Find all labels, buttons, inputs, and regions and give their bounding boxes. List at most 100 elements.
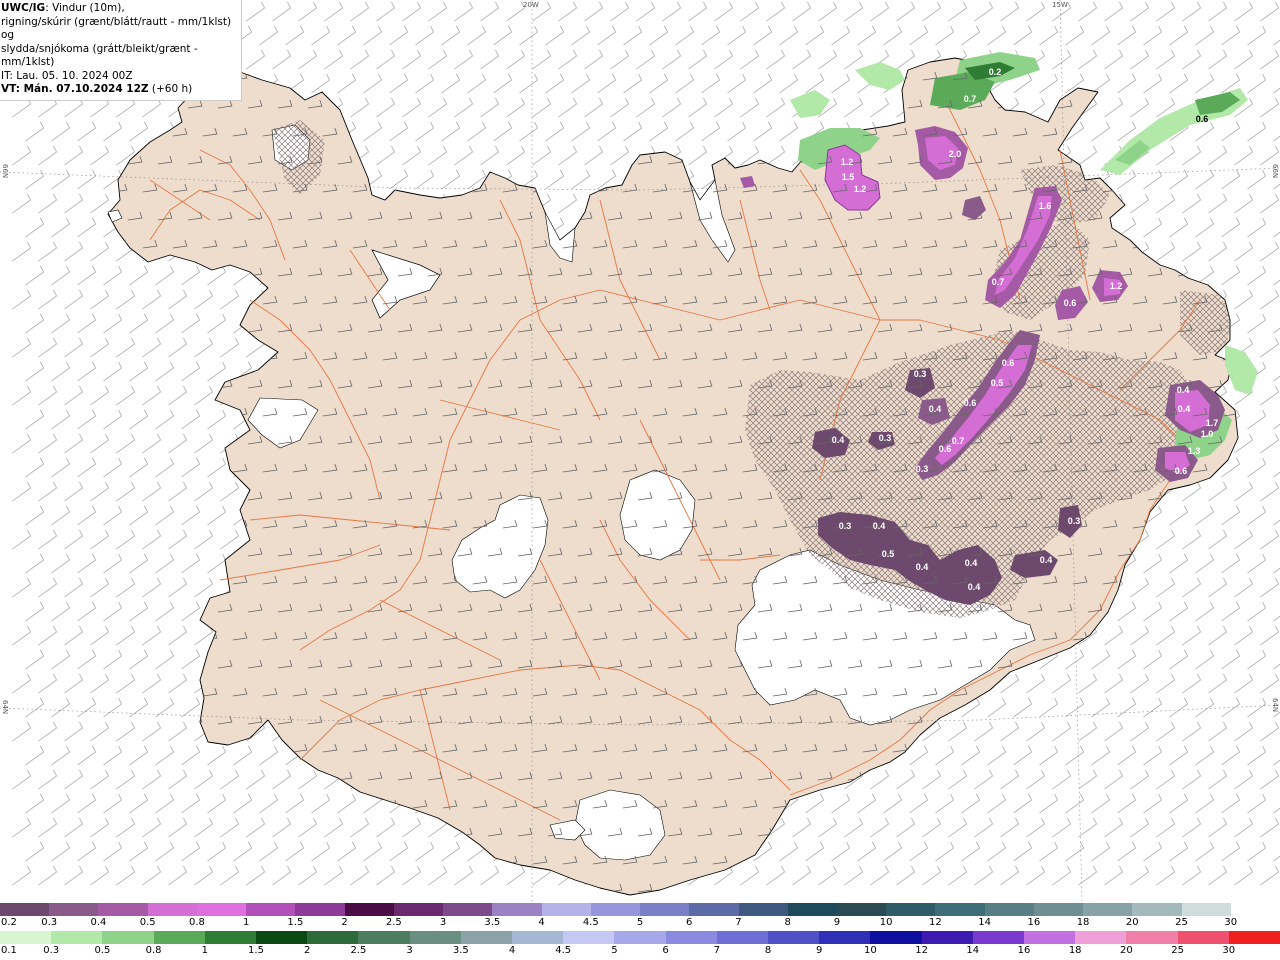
lat-label-66n-left: 66N bbox=[1, 164, 9, 179]
header-lead-time: (+60 h) bbox=[148, 83, 193, 95]
legend-tick-label: 0.5 bbox=[94, 945, 111, 956]
legend-color-cell bbox=[409, 931, 461, 944]
map-header: UWC/IG: Vindur (10m), rigning/skúrir (gr… bbox=[0, 0, 242, 101]
legend-tick-label: 14 bbox=[966, 945, 980, 956]
precip-value-label: 0.7 bbox=[964, 94, 977, 104]
legend-tick-label: 2.5 bbox=[385, 917, 402, 928]
forecast-map: 0.20.70.61.21.51.22.01.60.70.61.20.60.50… bbox=[0, 0, 1280, 903]
legend-color-cell bbox=[563, 931, 615, 944]
precip-value-label: 0.3 bbox=[1068, 516, 1081, 526]
legend-tick-label: 5 bbox=[636, 917, 644, 928]
precip-value-label: 0.3 bbox=[879, 433, 892, 443]
legend-tick-label: 0.3 bbox=[41, 917, 58, 928]
legend-color-cell bbox=[0, 931, 52, 944]
precip-value-label: 0.6 bbox=[1002, 358, 1015, 368]
precip-value-label: 0.4 bbox=[1177, 385, 1190, 395]
legend-tick-label: 25 bbox=[1171, 945, 1184, 956]
precip-value-label: 0.4 bbox=[873, 521, 886, 531]
precip-value-label: 1.0 bbox=[1201, 429, 1214, 439]
legend-color-cell bbox=[196, 903, 247, 916]
legend-color-cell bbox=[1075, 931, 1127, 944]
precip-value-label: 1.7 bbox=[1206, 418, 1219, 428]
legend-tick-label: 0.3 bbox=[43, 945, 60, 956]
legend-color-cell bbox=[590, 903, 641, 916]
legend-tick-label: 3.5 bbox=[484, 917, 501, 928]
legend-tick-label: 3 bbox=[406, 945, 413, 956]
legend-color-cell bbox=[98, 903, 148, 916]
legend-tick-label: 3.5 bbox=[452, 945, 469, 956]
header-title-line: UWC/IG: Vindur (10m), bbox=[1, 2, 239, 16]
legend-color-cell bbox=[1230, 903, 1280, 916]
legend-tick-label: 10 bbox=[864, 945, 877, 956]
legend-tick-label: 2 bbox=[341, 917, 348, 928]
legend-color-cell bbox=[256, 931, 308, 944]
header-initial-time: IT: Lau. 05. 10. 2024 00Z bbox=[1, 69, 133, 82]
legend-color-cell bbox=[665, 931, 717, 944]
legend-color-cell bbox=[49, 903, 99, 916]
header-title: UWC/IG bbox=[1, 2, 46, 14]
legend-tick-label: 16 bbox=[1017, 945, 1031, 956]
legend-tick-label: 16 bbox=[1027, 917, 1041, 928]
precip-value-label: 0.3 bbox=[914, 369, 927, 379]
precip-value-label: 0.4 bbox=[929, 404, 942, 414]
legend-color-cell bbox=[307, 931, 359, 944]
legend-color-cell bbox=[204, 931, 257, 944]
legend-color-cell bbox=[1024, 931, 1076, 944]
legend-color-cell bbox=[1181, 903, 1231, 916]
legend-tick-label: 4.5 bbox=[555, 945, 572, 956]
lat-label-64n-right: 64N bbox=[1271, 698, 1279, 713]
precip-value-label: 0.6 bbox=[939, 444, 952, 454]
precip-value-label: 0.4 bbox=[1178, 404, 1191, 414]
legend-color-cell bbox=[768, 931, 820, 944]
legend-color-cell bbox=[393, 903, 444, 916]
legend-tick-label: 6 bbox=[662, 945, 669, 956]
legend-tick-label: 18 bbox=[1068, 945, 1082, 956]
legend-color-cell bbox=[787, 903, 837, 916]
precip-value-label: 0.4 bbox=[1040, 555, 1053, 565]
legend-color-cell bbox=[819, 931, 871, 944]
legend-color-cell bbox=[1177, 931, 1229, 944]
legend-tick-label: 20 bbox=[1120, 945, 1133, 956]
legend-tick-label: 0.8 bbox=[145, 945, 162, 956]
legend-tick-label: 8 bbox=[764, 945, 772, 956]
header-valid-time-line: VT: Mán. 07.10.2024 12Z (+60 h) bbox=[1, 83, 239, 97]
precip-value-label: 0.4 bbox=[916, 562, 929, 572]
header-title-rest: : Vindur (10m), bbox=[45, 2, 125, 14]
legend-color-cell bbox=[295, 903, 345, 916]
legend-tick-label: 7 bbox=[713, 945, 720, 956]
legend-tick-label: 0.1 bbox=[1, 945, 17, 956]
legend-tick-label: 4 bbox=[508, 945, 516, 956]
legend-tick-label: 18 bbox=[1076, 917, 1090, 928]
legend-snow: 0.2 0.3 0.4 0.5 0.8 1 1.5 2 2.5 3 3.5 4 4.5 5 6 7 8 9 10 12… bbox=[0, 903, 1280, 931]
lon-label-15w: 15W bbox=[1052, 1, 1068, 9]
legend-color-cell bbox=[512, 931, 564, 944]
legend-color-cell bbox=[358, 931, 410, 944]
legend-color-cell bbox=[614, 931, 666, 944]
legend-color-cell bbox=[443, 903, 493, 916]
legend-tick-label: 2 bbox=[304, 945, 311, 956]
precip-value-label: 1.2 bbox=[854, 184, 867, 194]
legend-tick-label: 30 bbox=[1222, 945, 1236, 956]
legend-tick-label: 4 bbox=[538, 917, 545, 928]
legend-color-cell bbox=[246, 903, 296, 916]
legend-color-cell bbox=[51, 931, 103, 944]
legend-tick-label: 12 bbox=[929, 917, 942, 928]
legend-tick-label: 14 bbox=[978, 917, 991, 928]
legend-tick-label: 1 bbox=[201, 945, 208, 956]
legend-tick-label: 4.5 bbox=[582, 917, 599, 928]
legend-color-cell bbox=[972, 931, 1025, 944]
precip-value-label: 0.2 bbox=[989, 67, 1002, 77]
legend-tick-label: 25 bbox=[1175, 917, 1188, 928]
legend-color-cell bbox=[689, 903, 739, 916]
precip-value-label: 1.6 bbox=[1039, 201, 1052, 211]
legend-tick-label: 1.5 bbox=[248, 945, 264, 956]
precip-value-label: 0.3 bbox=[839, 521, 852, 531]
legend-tick-label: 0.2 bbox=[1, 917, 17, 928]
legend-color-cell bbox=[153, 931, 205, 944]
header-line-rain: rigning/skúrir (grænt/blátt/rautt - mm/1… bbox=[1, 15, 232, 42]
legend-color-cell bbox=[147, 903, 197, 916]
precip-value-label: 0.7 bbox=[952, 436, 965, 446]
legend-color-cell bbox=[1033, 903, 1084, 916]
legend-rain-bar bbox=[0, 931, 1280, 944]
header-line-snow: slydda/snjókoma (grátt/bleikt/grænt - mm… bbox=[1, 42, 198, 69]
